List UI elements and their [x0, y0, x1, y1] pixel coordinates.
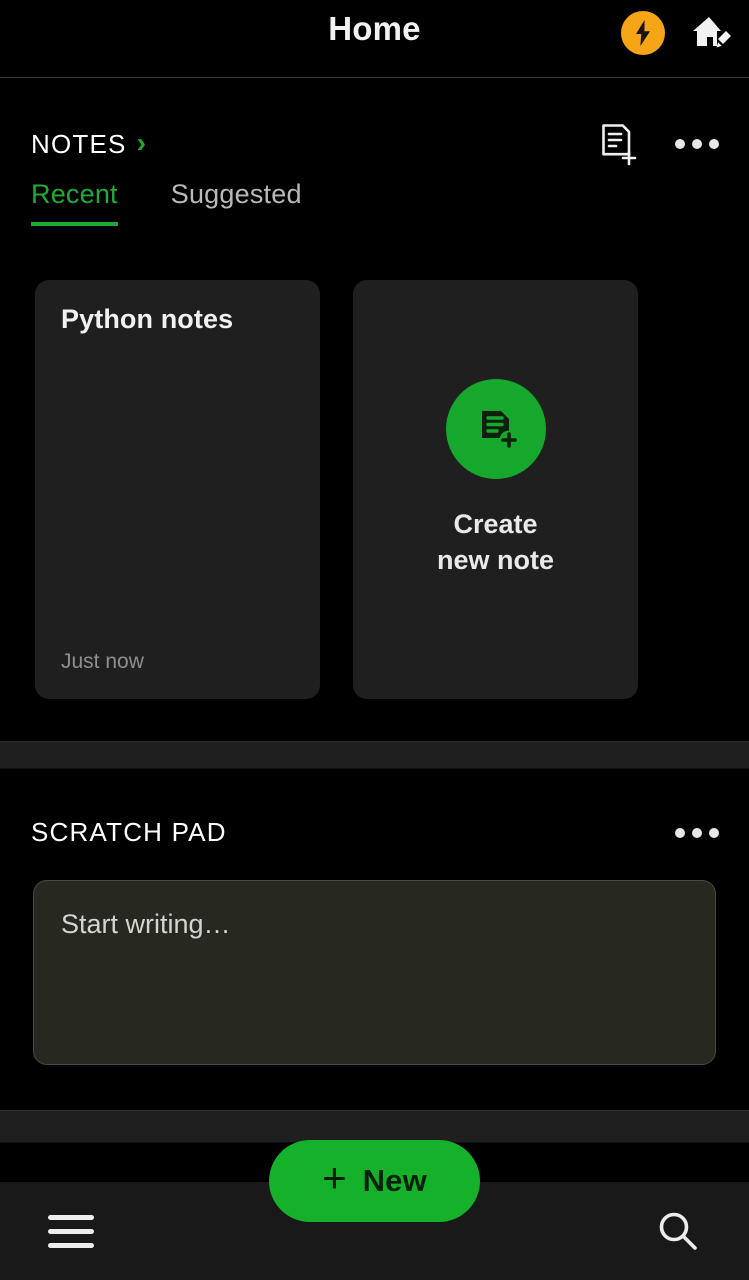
scratch-pad-input[interactable]: Start writing… [33, 880, 716, 1065]
app-bar: Home [0, 0, 749, 78]
note-card-timestamp: Just now [61, 650, 144, 673]
scratch-pad-placeholder: Start writing… [61, 909, 231, 939]
chevron-right-icon: › [136, 127, 146, 158]
search-icon[interactable] [653, 1206, 703, 1256]
dot [692, 827, 702, 838]
notes-section: NOTES › Recent Suggested Python notes Ju… [0, 79, 749, 741]
dot [675, 139, 685, 149]
new-button[interactable]: + New [269, 1140, 480, 1222]
menu-line [48, 1214, 94, 1220]
tab-recent[interactable]: Recent [31, 179, 118, 226]
new-button-label: New [362, 1163, 427, 1198]
dot [692, 139, 702, 149]
notes-section-label: NOTES [31, 128, 127, 159]
note-add-icon[interactable] [599, 122, 637, 166]
create-new-note-label: Create new note [437, 507, 554, 578]
scratch-pad-section: SCRATCH PAD Start writing… [0, 769, 749, 1110]
scratch-pad-header: SCRATCH PAD [31, 817, 721, 848]
dot [709, 827, 719, 838]
create-new-note-card[interactable]: Create new note [353, 280, 638, 699]
section-divider-band [0, 741, 749, 769]
hamburger-menu-icon[interactable] [48, 1209, 94, 1254]
create-note-icon [445, 378, 546, 479]
plus-icon: + [322, 1154, 347, 1201]
tab-suggested[interactable]: Suggested [171, 179, 302, 226]
home-edit-icon[interactable] [687, 10, 733, 56]
dot [675, 827, 685, 838]
menu-line [48, 1242, 94, 1248]
notes-card-list: Python notes Just now Create new note [35, 280, 638, 699]
menu-line [48, 1228, 94, 1234]
notes-header-actions [599, 122, 721, 166]
app-bar-actions [621, 10, 733, 56]
create-label-line-2: new note [436, 544, 554, 575]
create-label-line-1: Create [453, 508, 538, 539]
more-options-icon[interactable] [673, 822, 721, 844]
dot [709, 139, 719, 149]
note-card[interactable]: Python notes Just now [35, 280, 320, 699]
more-options-icon[interactable] [673, 133, 721, 155]
notes-section-link[interactable]: NOTES › [31, 129, 146, 160]
note-card-title: Python notes [61, 304, 234, 334]
app-screen: Home NOTES › Recent Suggested Python not… [0, 0, 749, 1280]
notes-tabs: Recent Suggested [31, 179, 302, 226]
bottom-divider-band [0, 1110, 749, 1143]
notes-section-header: NOTES › [0, 119, 749, 169]
scratch-pad-label: SCRATCH PAD [31, 817, 227, 847]
lightning-bolt-icon[interactable] [621, 11, 665, 55]
